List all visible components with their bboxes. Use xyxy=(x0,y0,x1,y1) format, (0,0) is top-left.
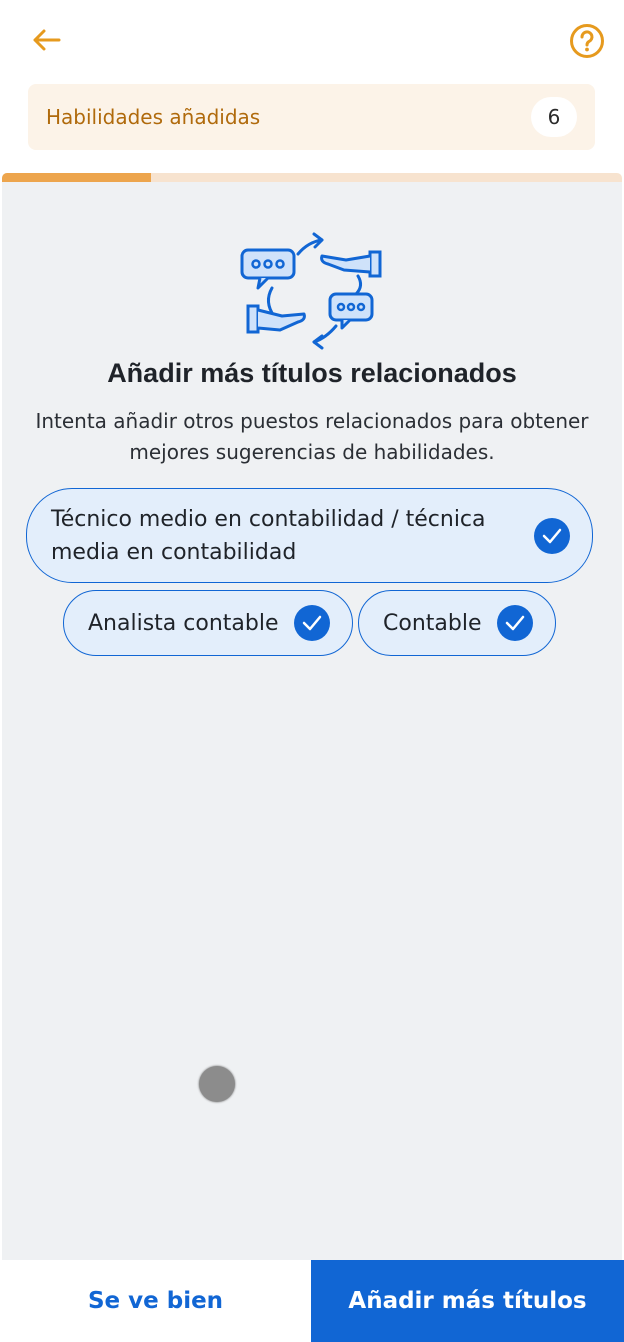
arrow-left-icon xyxy=(33,29,61,51)
skills-added-banner[interactable]: Habilidades añadidas 6 xyxy=(28,84,595,150)
progress-bar xyxy=(2,173,622,182)
touch-indicator xyxy=(199,1066,235,1102)
title-chip-contable[interactable]: Contable xyxy=(358,590,556,656)
title-chip-label: Analista contable xyxy=(88,610,279,636)
checkmark-icon xyxy=(294,605,330,641)
title-chip-label: Técnico medio en contabilidad / técnica … xyxy=(51,506,486,565)
back-button[interactable] xyxy=(24,20,68,60)
progress-fill xyxy=(2,173,151,182)
bottom-action-bar: Se ve bien Añadir más títulos xyxy=(0,1260,624,1342)
question-circle-icon xyxy=(570,24,604,58)
page-title: Añadir más títulos relacionados xyxy=(107,358,517,388)
conversation-handshake-icon xyxy=(240,232,382,350)
main-content: Añadir más títulos relacionados Intenta … xyxy=(2,182,622,1262)
top-bar xyxy=(0,0,624,84)
help-button[interactable] xyxy=(568,22,606,60)
page-description: Intenta añadir otros puestos relacionado… xyxy=(35,409,589,464)
title-chip-label: Contable xyxy=(383,610,482,636)
add-more-titles-button[interactable]: Añadir más títulos xyxy=(311,1260,624,1342)
checkmark-icon xyxy=(497,605,533,641)
screen: Habilidades añadidas 6 Añadir más título… xyxy=(0,0,624,1342)
skills-count-badge: 6 xyxy=(531,97,577,137)
title-chip-tecnico-contabilidad[interactable]: Técnico medio en contabilidad / técnica … xyxy=(26,488,593,583)
skills-added-label: Habilidades añadidas xyxy=(46,105,261,129)
title-chip-analista-contable[interactable]: Analista contable xyxy=(63,590,353,656)
looks-good-button[interactable]: Se ve bien xyxy=(0,1260,311,1342)
checkmark-icon xyxy=(534,517,570,554)
